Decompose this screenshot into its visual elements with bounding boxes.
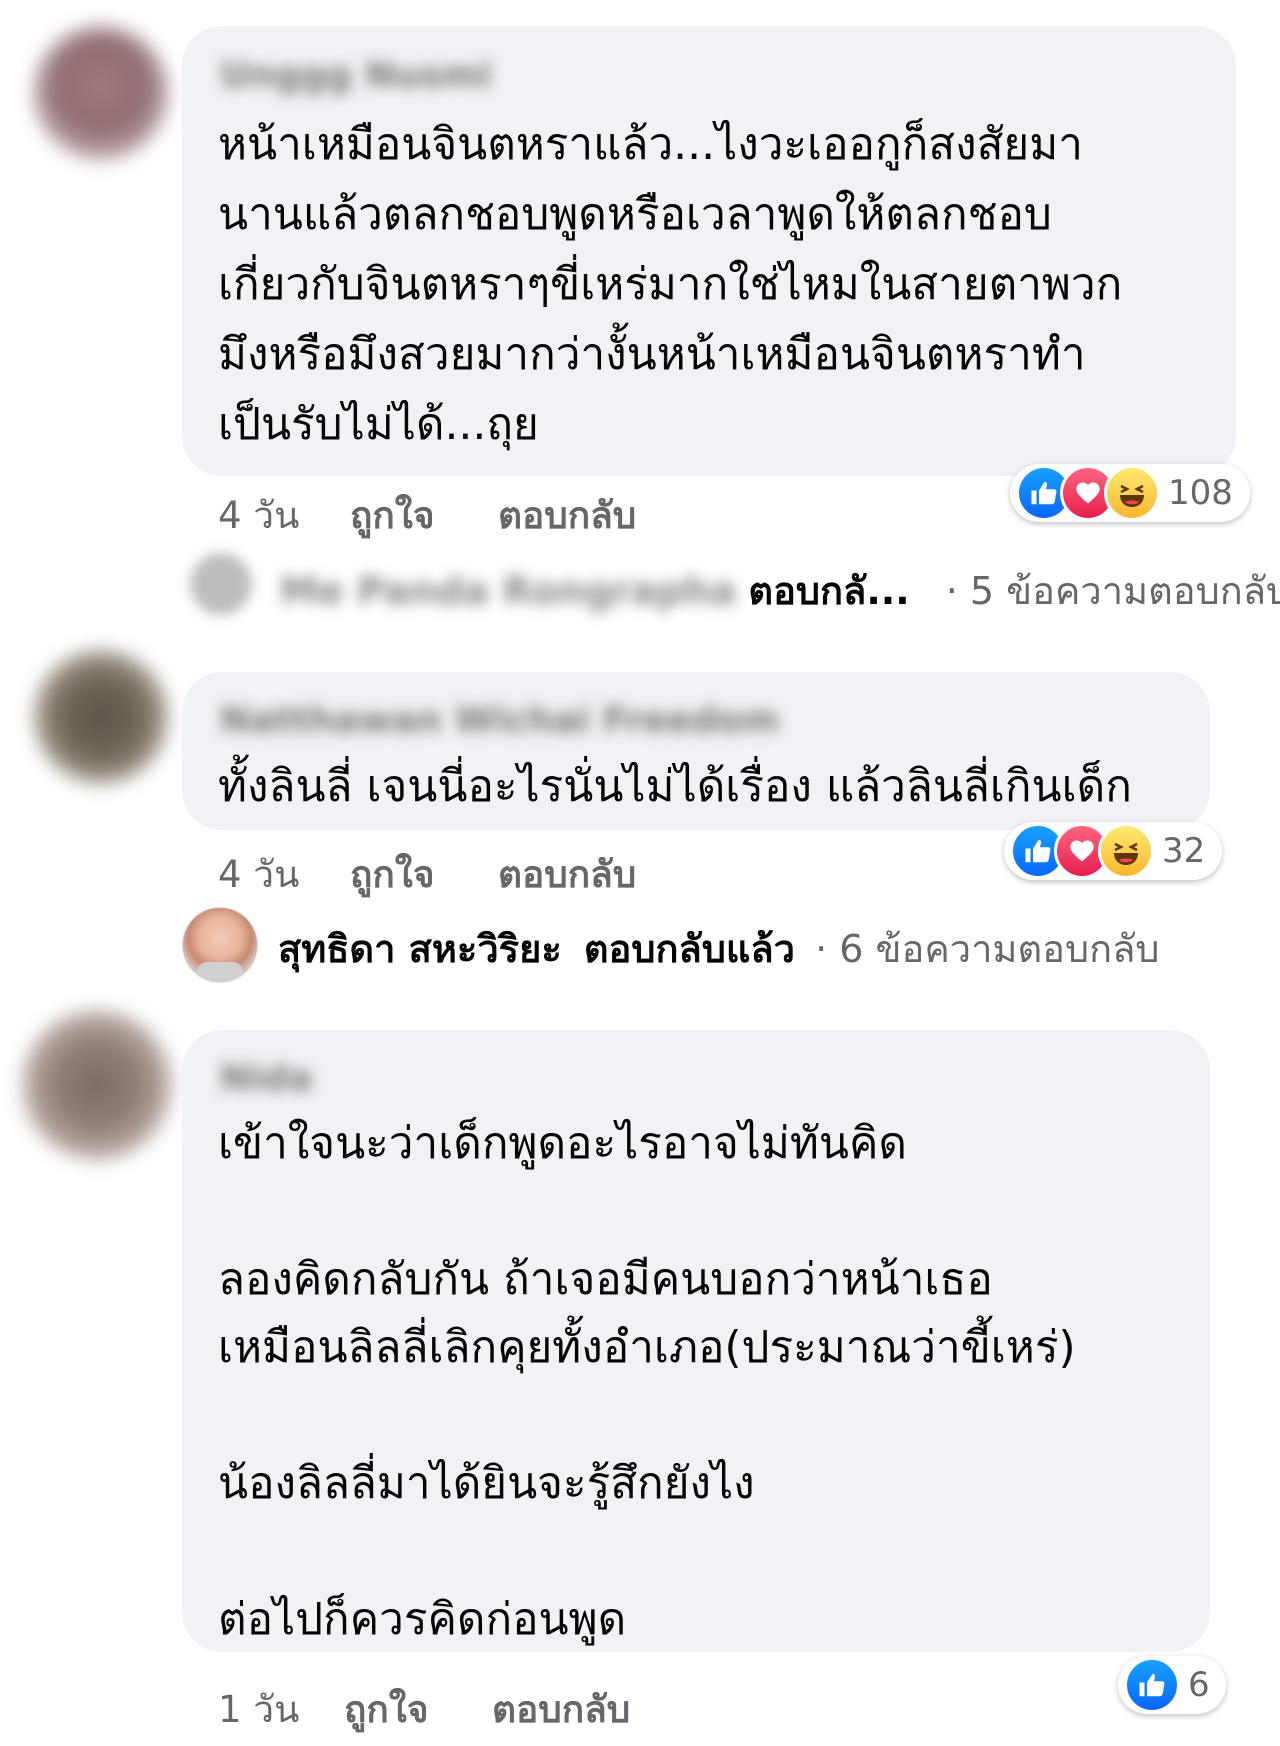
haha-icon <box>1104 465 1160 521</box>
reply-action: ตอบกลั... <box>748 569 910 613</box>
comment-time[interactable]: 4 วัน <box>218 486 299 545</box>
reply-button[interactable]: ตอบกลับ <box>498 845 636 904</box>
view-replies-link[interactable]: สุทธิดา สหะวิริยะ ตอบกลับแล้ว · 6 ข้อควา… <box>278 918 1160 979</box>
replier-avatar[interactable] <box>190 553 252 615</box>
commenter-name[interactable]: Unggg Nusmi <box>220 55 492 96</box>
like-button[interactable]: ถูกใจ <box>350 486 435 545</box>
commenter-avatar[interactable] <box>22 1010 172 1160</box>
reaction-count: 6 <box>1188 1665 1210 1705</box>
avatar-shirt <box>197 962 243 982</box>
reply-count: · 6 ข้อความตอบกลับ <box>815 927 1160 971</box>
replier-name[interactable]: Me Panda Rongrapha <box>280 569 736 613</box>
commenter-name[interactable]: Nida <box>220 1058 313 1099</box>
like-button[interactable]: ถูกใจ <box>344 1680 429 1739</box>
reaction-count: 108 <box>1168 473 1233 513</box>
reaction-summary[interactable]: 6 <box>1118 1656 1226 1714</box>
reply-action: ตอบกลับแล้ว <box>583 927 796 971</box>
view-replies-link[interactable]: Me Panda Rongrapha ตอบกลั... · 5 ข้อความ… <box>280 560 1280 621</box>
reply-button[interactable]: ตอบกลับ <box>492 1680 630 1739</box>
commenter-avatar[interactable] <box>34 26 168 160</box>
comment-text: เข้าใจนะว่าเด็กพูดอะไรอาจไม่ทันคิด ลองคิ… <box>218 1118 1076 1645</box>
commenter-avatar[interactable] <box>34 650 168 784</box>
comment-text: หน้าเหมือนจินตหราแล้ว...ไงวะเออกูก็สงสัย… <box>218 119 1123 450</box>
comment-time[interactable]: 1 วัน <box>218 1680 299 1739</box>
reply-count: · 5 ข้อความตอบกลับ <box>945 569 1280 613</box>
reaction-summary[interactable]: 32 <box>1004 822 1222 880</box>
replier-name[interactable]: สุทธิดา สหะวิริยะ <box>278 927 562 971</box>
comment-time[interactable]: 4 วัน <box>218 845 299 904</box>
reply-button[interactable]: ตอบกลับ <box>498 486 636 545</box>
replier-avatar[interactable] <box>182 907 258 983</box>
commenter-name[interactable]: Natthawan Wichai Freedom <box>220 700 780 741</box>
haha-icon <box>1098 823 1154 879</box>
reaction-count: 32 <box>1162 831 1206 871</box>
like-button[interactable]: ถูกใจ <box>350 845 435 904</box>
comment-text: ทั้งลินลี่ เจนนี่อะไรนั่นไม่ได้เรื่อง แล… <box>218 761 1132 812</box>
like-icon <box>1124 1657 1180 1713</box>
reaction-summary[interactable]: 108 <box>1010 464 1250 522</box>
